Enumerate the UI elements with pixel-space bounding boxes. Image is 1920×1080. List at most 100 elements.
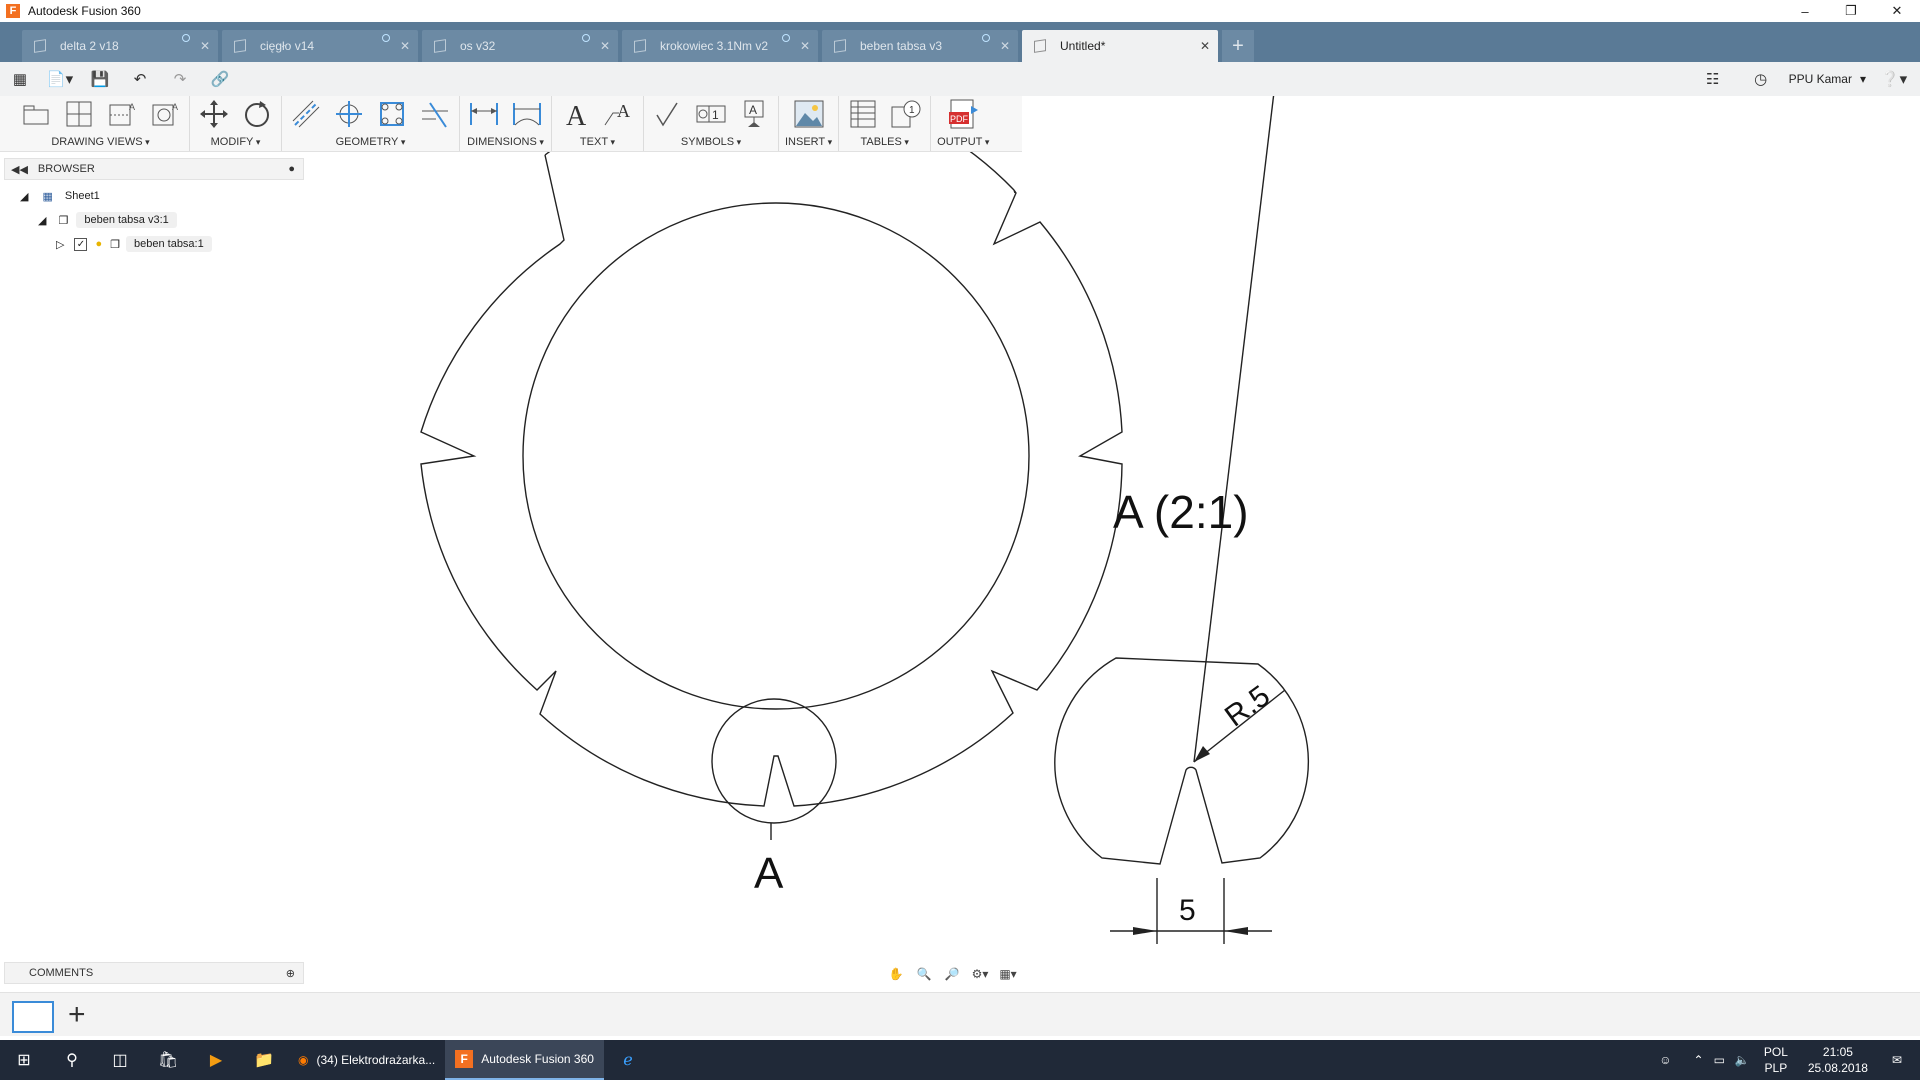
zoom-window-icon[interactable]: 🔍 [914, 964, 934, 984]
close-icon[interactable]: ✕ [200, 39, 210, 53]
tree-item-component[interactable]: ▷ ✓ ● ❐ beben tabsa:1 [56, 234, 212, 254]
redo-icon[interactable]: ↷ [160, 62, 200, 96]
checkbox-icon[interactable]: ✓ [74, 237, 88, 251]
detail-view-profile [1054, 657, 1310, 865]
save-icon[interactable]: 💾 [80, 62, 120, 96]
chevron-up-icon[interactable]: ⌃ [1694, 1053, 1704, 1067]
close-icon[interactable]: ✕ [1200, 39, 1210, 53]
drawing-icon [1034, 39, 1046, 53]
base-view-icon[interactable] [18, 97, 54, 131]
data-panel-grid-icon[interactable]: ▦ [0, 62, 40, 96]
collapse-triangle-icon[interactable]: ◢ [20, 190, 28, 203]
volume-icon[interactable]: 🔈 [1735, 1053, 1750, 1067]
file-explorer-icon[interactable]: 📁 [240, 1040, 288, 1080]
pdf-output-icon[interactable]: PDF [945, 97, 981, 131]
tab-label: krokowiec 3.1Nm v2 [660, 39, 769, 53]
balloon-icon[interactable]: 1 [888, 97, 924, 131]
display-settings-icon[interactable]: ⚙▾ [970, 964, 990, 984]
tables-menu[interactable]: TABLES [860, 136, 908, 148]
centerline-icon[interactable] [288, 97, 324, 131]
close-icon[interactable]: ✕ [800, 39, 810, 53]
datum-identifier-icon[interactable]: A [736, 97, 772, 131]
sheet-settings-icon[interactable]: ▦▾ [998, 964, 1018, 984]
people-icon[interactable]: ☺ [1659, 1053, 1671, 1067]
tab-delta-2[interactable]: delta 2 v18 ✕ [22, 30, 218, 62]
text-menu[interactable]: TEXT [580, 136, 615, 148]
sync-icon [582, 34, 590, 42]
internet-explorer-icon[interactable]: ℯ [604, 1040, 652, 1080]
browser-panel-header[interactable]: ◀◀ BROWSER ● [4, 158, 304, 180]
projected-view-icon[interactable] [61, 97, 97, 131]
tab-krokowiec[interactable]: krokowiec 3.1Nm v2 ✕ [622, 30, 818, 62]
center-mark-icon[interactable] [331, 97, 367, 131]
restore-button[interactable]: ❐ [1828, 0, 1874, 22]
close-icon[interactable]: ✕ [400, 39, 410, 53]
tree-item-sheet1[interactable]: ◢ ▦ Sheet1 [20, 186, 100, 206]
clock-icon[interactable]: ◷ [1741, 62, 1781, 96]
taskbar-firefox[interactable]: ◉ (34) Elektrodrażarka... [288, 1040, 445, 1080]
zoom-icon[interactable]: 🔎 [942, 964, 962, 984]
output-menu[interactable]: OUTPUT [937, 136, 989, 148]
help-icon[interactable]: ❔▾ [1874, 62, 1914, 96]
close-icon[interactable]: ✕ [600, 39, 610, 53]
store-icon[interactable]: 🛍 [144, 1040, 192, 1080]
drawing-views-menu[interactable]: DRAWING VIEWS [51, 136, 149, 148]
pan-icon[interactable]: ✋ [886, 964, 906, 984]
job-status-icon[interactable]: ☷ [1693, 62, 1733, 96]
collapse-panel-icon[interactable]: ◀◀ [11, 163, 28, 176]
insert-image-icon[interactable] [791, 97, 827, 131]
link-icon[interactable]: 🔗 [200, 62, 240, 96]
window-title: Autodesk Fusion 360 [28, 4, 141, 18]
clock[interactable]: 21:05 25.08.2018 [1808, 1044, 1868, 1076]
minimize-button[interactable]: – [1782, 0, 1828, 22]
notifications-icon[interactable]: ✉ [1892, 1053, 1902, 1067]
edge-extension-icon[interactable] [417, 97, 453, 131]
leader-text-icon[interactable]: A [601, 97, 637, 131]
taskbar-fusion[interactable]: F Autodesk Fusion 360 [445, 1040, 604, 1080]
add-comment-icon[interactable]: ⊕ [286, 967, 295, 980]
start-icon[interactable]: ⊞ [0, 1040, 48, 1080]
language-indicator[interactable]: POL PLP [1764, 1044, 1788, 1076]
radius-leader [1193, 0, 1286, 763]
expand-triangle-icon[interactable]: ▷ [56, 238, 64, 251]
tab-os[interactable]: os v32 ✕ [422, 30, 618, 62]
tab-ciegto[interactable]: cięgło v14 ✕ [222, 30, 418, 62]
tab-untitled[interactable]: Untitled* ✕ [1022, 30, 1218, 62]
detail-view-icon[interactable]: A [147, 97, 183, 131]
media-player-icon[interactable]: ▶ [192, 1040, 240, 1080]
language-top: POL [1763, 1045, 1788, 1059]
task-view-icon[interactable]: ◫ [96, 1040, 144, 1080]
comments-panel-header[interactable]: COMMENTS ⊕ [4, 962, 304, 984]
new-tab-button[interactable]: + [1222, 30, 1254, 62]
feature-control-frame-icon[interactable]: 1 [693, 97, 729, 131]
table-icon[interactable] [845, 97, 881, 131]
tree-item-view[interactable]: ◢ ❐ beben tabsa v3:1 [38, 210, 177, 230]
user-menu[interactable]: PPU Kamar [1789, 72, 1852, 86]
modify-menu[interactable]: MODIFY [211, 136, 261, 148]
search-icon[interactable]: ⚲ [48, 1040, 96, 1080]
rotate-icon[interactable] [239, 97, 275, 131]
insert-menu[interactable]: INSERT [785, 136, 832, 148]
section-view-icon[interactable]: A [104, 97, 140, 131]
file-menu-icon[interactable]: 📄▾ [40, 62, 80, 96]
detail-marker-circle [711, 698, 837, 824]
lightbulb-icon[interactable]: ● [95, 238, 102, 250]
center-mark-pattern-icon[interactable] [374, 97, 410, 131]
dimensions-menu[interactable]: DIMENSIONS [467, 136, 544, 148]
dimension-icon[interactable] [466, 97, 502, 131]
close-icon[interactable]: ✕ [1000, 39, 1010, 53]
ordinate-dimension-icon[interactable] [509, 97, 545, 131]
add-sheet-button[interactable]: + [68, 999, 86, 1031]
text-icon[interactable]: A [558, 97, 594, 131]
close-window-button[interactable]: ✕ [1874, 0, 1920, 22]
symbols-menu[interactable]: SYMBOLS [681, 136, 741, 148]
surface-texture-icon[interactable] [650, 97, 686, 131]
collapse-triangle-icon[interactable]: ◢ [38, 214, 46, 227]
sheet-thumbnail[interactable] [12, 1001, 54, 1033]
geometry-menu[interactable]: GEOMETRY [336, 136, 406, 148]
minus-circle-icon[interactable]: ● [288, 163, 295, 175]
move-icon[interactable] [196, 97, 232, 131]
tab-beben-tabsa[interactable]: beben tabsa v3 ✕ [822, 30, 1018, 62]
undo-icon[interactable]: ↶ [120, 62, 160, 96]
network-icon[interactable]: ▭ [1714, 1053, 1725, 1067]
